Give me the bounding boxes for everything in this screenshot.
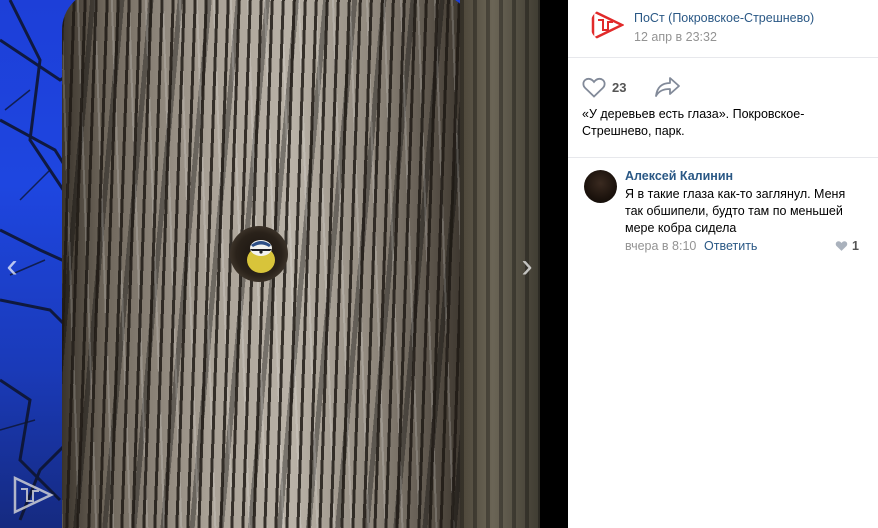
post-date: 12 апр в 23:32 — [634, 30, 717, 44]
community-name-link[interactable]: ПоСт (Покровское-Стрешнево) — [634, 11, 814, 25]
commenter-avatar[interactable] — [584, 170, 617, 203]
post-logo-icon — [591, 9, 624, 41]
comment-date: вчера в 8:10 — [625, 239, 697, 253]
post-photo[interactable] — [0, 0, 540, 528]
heart-icon — [582, 77, 606, 98]
share-arrow-icon — [655, 77, 680, 97]
reply-link[interactable]: Ответить — [704, 239, 757, 253]
comments-divider — [568, 157, 878, 158]
brand-watermark-icon — [13, 476, 54, 514]
like-button[interactable]: 23 — [582, 75, 626, 99]
previous-photo-arrow-icon[interactable]: ‹ — [2, 248, 22, 284]
like-count: 23 — [612, 79, 627, 95]
comment-like-button[interactable]: 1 — [835, 239, 859, 253]
heart-icon — [835, 241, 848, 251]
next-photo-arrow-icon[interactable]: › — [517, 248, 537, 284]
post-header: ПоСт (Покровское-Стрешнево) 12 апр в 23:… — [568, 0, 878, 58]
community-avatar[interactable] — [590, 8, 624, 42]
comment-like-count: 1 — [852, 239, 859, 253]
post-actions-bar: 23 — [568, 58, 878, 108]
post-side-panel: ПоСт (Покровское-Стрешнево) 12 апр в 23:… — [568, 0, 878, 528]
post-caption: «У деревьев есть глаза». Покровское-Стре… — [582, 107, 805, 138]
blue-tit-bird — [247, 240, 275, 273]
share-button[interactable] — [654, 75, 682, 99]
comment-text: Я в такие глаза как-то заглянул. Меня та… — [625, 187, 846, 235]
photo-viewer: ‹ › — [0, 0, 568, 528]
commenter-name-link[interactable]: Алексей Калинин — [625, 169, 733, 183]
